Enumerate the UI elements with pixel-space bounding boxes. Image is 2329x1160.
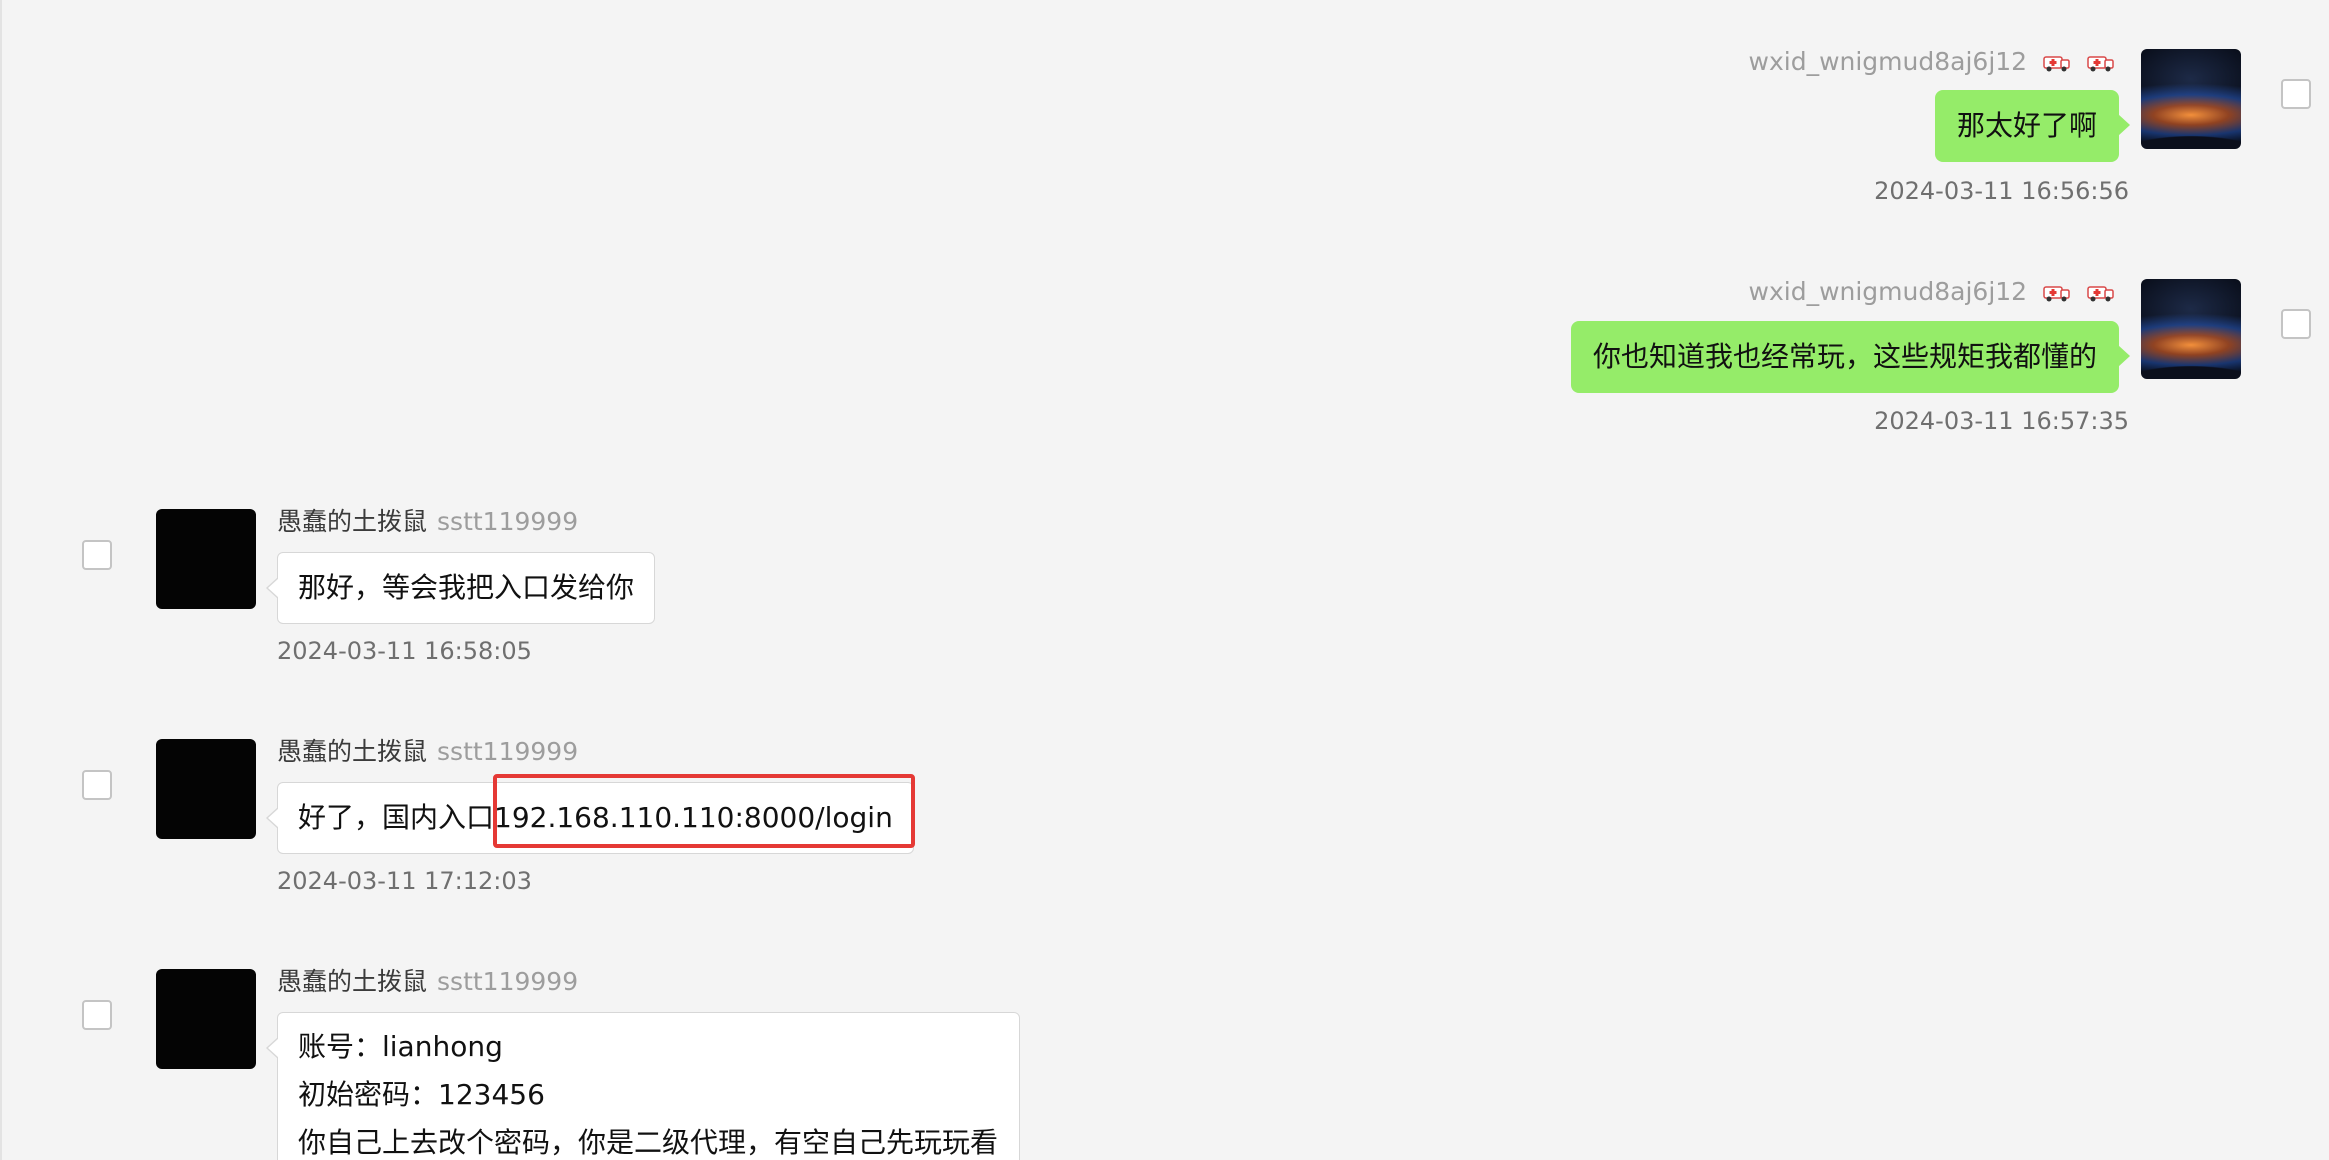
sender-id: sstt119999 — [437, 967, 579, 996]
sender-line: wxid_wnigmud8aj6j12 — [1749, 47, 2115, 77]
select-message-checkbox[interactable] — [82, 540, 112, 570]
avatar[interactable] — [156, 739, 256, 839]
message-text: 你也知道我也经常玩，这些规矩我都懂的 — [1592, 340, 2097, 373]
sender-line: 愚蠢的土拨鼠 sstt119999 — [277, 507, 578, 537]
avatar[interactable] — [2141, 49, 2241, 149]
message-bubble[interactable]: 好了，国内入口192.168.110.110:8000/login — [266, 782, 914, 854]
message-text: 那太好了啊 — [1956, 109, 2097, 142]
avatar[interactable] — [2141, 279, 2241, 379]
message-text-line: 你自己上去改个密码，你是二级代理，有空自己先玩玩看 — [298, 1126, 999, 1159]
message-bubble[interactable]: 账号：lianhong 初始密码：123456 你自己上去改个密码，你是二级代理… — [266, 1012, 1020, 1160]
sender-id: sstt119999 — [437, 737, 579, 766]
ambulance-sticker-icon — [2087, 283, 2115, 303]
message-timestamp: 2024-03-11 16:56:56 — [1874, 177, 2129, 205]
message-text: 好了，国内入口192.168.110.110:8000/login — [298, 801, 893, 834]
ambulance-sticker-icon — [2043, 283, 2071, 303]
message-bubble[interactable]: 那太好了啊 — [1934, 90, 2131, 162]
message-timestamp: 2024-03-11 17:12:03 — [277, 867, 532, 895]
sender-line: wxid_wnigmud8aj6j12 — [1749, 277, 2115, 307]
sender-name: 愚蠢的土拨鼠 — [277, 737, 428, 766]
message-bubble[interactable]: 那好，等会我把入口发给你 — [265, 552, 656, 624]
message-timestamp: 2024-03-11 16:58:05 — [277, 637, 532, 665]
ambulance-sticker-icon — [2087, 53, 2115, 73]
message-text: 那好，等会我把入口发给你 — [298, 571, 635, 604]
avatar[interactable] — [156, 509, 256, 609]
chat-history-panel: wxid_wnigmud8aj6j12 那太好了啊 2024-03-11 16:… — [0, 0, 2329, 1160]
message-text-line: 账号：lianhong — [298, 1030, 503, 1063]
sender-id: wxid_wnigmud8aj6j12 — [1748, 277, 2028, 306]
select-message-checkbox[interactable] — [2281, 309, 2311, 339]
sender-line: 愚蠢的土拨鼠 sstt119999 — [277, 967, 578, 997]
select-message-checkbox[interactable] — [2281, 79, 2311, 109]
message-timestamp: 2024-03-11 16:57:35 — [1874, 407, 2129, 435]
select-message-checkbox[interactable] — [82, 1000, 112, 1030]
sender-name: 愚蠢的土拨鼠 — [277, 967, 428, 996]
message-text-line: 初始密码：123456 — [298, 1078, 545, 1111]
ambulance-sticker-icon — [2043, 53, 2071, 73]
avatar[interactable] — [156, 969, 256, 1069]
sender-id: sstt119999 — [437, 507, 579, 536]
sender-name: 愚蠢的土拨鼠 — [277, 507, 428, 536]
message-bubble[interactable]: 你也知道我也经常玩，这些规矩我都懂的 — [1570, 321, 2131, 393]
sender-id: wxid_wnigmud8aj6j12 — [1748, 47, 2028, 76]
sender-line: 愚蠢的土拨鼠 sstt119999 — [277, 737, 578, 767]
select-message-checkbox[interactable] — [82, 770, 112, 800]
